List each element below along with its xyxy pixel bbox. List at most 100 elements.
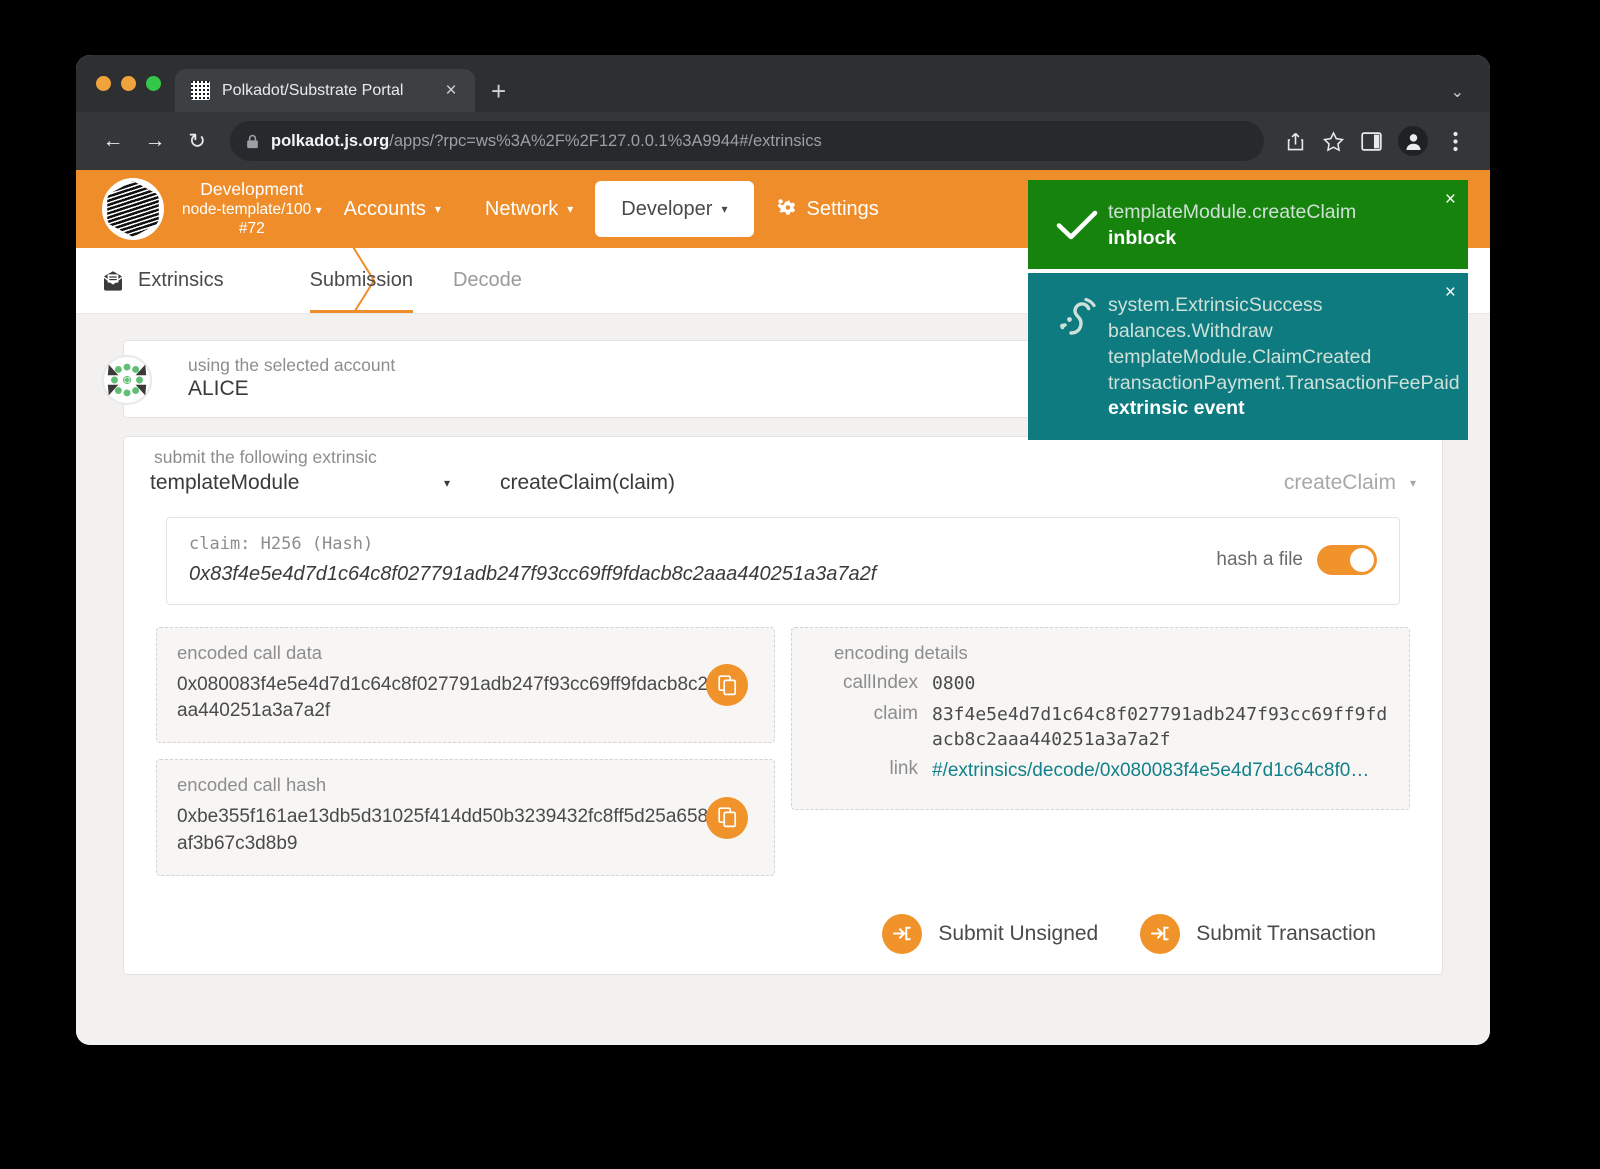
toast-line: system.ExtrinsicSuccess [1108,293,1460,319]
polkadot-app: Development node-template/100 ▾ #72 Acco… [76,170,1490,1045]
sign-in-icon [882,914,922,954]
toast-status: extrinsic event [1108,396,1460,422]
detail-row: callIndex 0800 [812,672,1389,697]
encoded-call-data-title: encoded call data [177,642,754,664]
account-field-label: using the selected account [188,355,395,376]
close-window-button[interactable] [96,76,111,91]
detail-value: 83f4e5e4d7d1c64c8f027791adb247f93cc69ff9… [932,703,1389,753]
extrinsic-selector-row: templateModule ▾ createClaim(claim) crea… [150,471,1416,495]
copy-icon[interactable] [706,664,748,706]
window-traffic-lights [92,55,175,112]
toast-event: system.ExtrinsicSuccess balances.Withdra… [1028,273,1468,440]
nav-developer[interactable]: Developer ▾ [595,181,753,237]
chain-name: Development [200,179,303,200]
extrinsic-card: submit the following extrinsic templateM… [123,436,1443,975]
substrate-dots-favicon [191,81,210,100]
nav-settings[interactable]: Settings [754,170,901,248]
lock-icon [246,134,259,149]
chain-node: node-template/100 ▾ [182,201,322,220]
toast-stack: templateModule.createClaim inblock × [1028,180,1468,440]
close-icon[interactable]: × [1445,190,1456,209]
call-select-value: createClaim [1284,471,1396,495]
hash-a-file-toggle[interactable] [1317,545,1377,575]
chain-block-number: #72 [239,220,265,239]
tab-submission-label: Submission [310,269,413,292]
encoded-call-data-box: encoded call data 0x080083f4e5e4d7d1c64c… [156,627,775,743]
chevron-down-icon[interactable]: ⌄ [1451,82,1464,102]
nav-developer-label: Developer [621,198,712,221]
breadcrumb-label: Extrinsics [138,269,224,292]
toast-status: inblock [1108,226,1448,252]
ear-listen-icon [1046,291,1108,341]
forward-button[interactable]: → [136,122,174,160]
encoded-values-column: encoded call data 0x080083f4e5e4d7d1c64c… [156,627,775,876]
envelope-icon [102,269,124,293]
encoded-call-hash-title: encoded call hash [177,774,754,796]
tab-submission[interactable]: Submission [290,248,433,313]
nav-network-label: Network [485,198,558,221]
share-icon[interactable] [1278,124,1312,158]
module-select-value: templateModule [150,471,299,495]
call-select[interactable]: createClaim ▾ [1284,471,1416,495]
detail-key: callIndex [812,672,932,697]
hash-a-file-toggle-group[interactable]: hash a file [1216,545,1377,575]
chevron-down-icon: ▾ [1410,476,1416,490]
url-domain: polkadot.js.org [271,132,389,150]
detail-row: claim 83f4e5e4d7d1c64c8f027791adb247f93c… [812,703,1389,753]
side-panel-icon[interactable] [1354,124,1388,158]
back-button[interactable]: ← [94,122,132,160]
nav-accounts[interactable]: Accounts ▾ [322,170,463,248]
reload-button[interactable]: ↻ [178,122,216,160]
claim-param-type: claim: H256 (Hash) [189,534,1216,554]
tab-decode[interactable]: Decode [433,248,542,313]
browser-tab[interactable]: Polkadot/Substrate Portal × [175,69,475,112]
close-icon[interactable]: × [1445,283,1456,302]
chevron-down-icon: ▾ [435,202,441,216]
submit-unsigned-button[interactable]: Submit Unsigned [882,914,1098,954]
bookmark-star-icon[interactable] [1316,124,1350,158]
submit-unsigned-label: Submit Unsigned [938,922,1098,946]
chevron-down-icon: ▾ [721,202,727,216]
detail-row: link #/extrinsics/decode/0x080083f4e5e4d… [812,758,1389,784]
minimize-window-button[interactable] [121,76,136,91]
sign-in-icon [1140,914,1180,954]
claim-param-value: 0x83f4e5e4d7d1c64c8f027791adb247f93cc69f… [189,563,1216,586]
close-icon[interactable]: × [439,81,463,100]
address-bar[interactable]: polkadot.js.org/apps/?rpc=ws%3A%2F%2F127… [230,121,1264,161]
encoded-call-hash-box: encoded call hash 0xbe355f161ae13db5d310… [156,759,775,875]
module-select[interactable]: templateModule ▾ [150,471,450,495]
toast-event-body: system.ExtrinsicSuccess balances.Withdra… [1108,291,1460,422]
toast-line: templateModule.createClaim [1108,200,1448,226]
profile-avatar-icon[interactable] [1398,126,1428,156]
browser-toolbar: ← → ↻ polkadot.js.org/apps/?rpc=ws%3A%2F… [76,112,1490,170]
toggle-knob [1350,548,1374,572]
substrate-hex-logo[interactable] [102,178,164,240]
substrate-hex-logo-mark [105,181,161,237]
breadcrumb: Extrinsics [102,269,260,293]
claim-param-field[interactable]: claim: H256 (Hash) 0x83f4e5e4d7d1c64c8f0… [189,534,1216,586]
url-text: polkadot.js.org/apps/?rpc=ws%3A%2F%2F127… [271,132,822,151]
chevron-down-icon: ▾ [444,476,450,490]
gear-icon [776,198,798,220]
toast-line: balances.Withdraw [1108,319,1460,345]
new-tab-button[interactable]: + [491,78,506,104]
detail-value: 0800 [932,672,975,697]
encoding-section: encoded call data 0x080083f4e5e4d7d1c64c… [156,627,1410,876]
kebab-menu-icon[interactable] [1438,124,1472,158]
chain-selector[interactable]: Development node-template/100 ▾ #72 [182,179,322,238]
action-buttons: Submit Unsigned Submit Transaction [150,914,1376,954]
submit-transaction-label: Submit Transaction [1196,922,1376,946]
nav-settings-label: Settings [807,198,879,221]
nav-network[interactable]: Network ▾ [463,170,595,248]
detail-link[interactable]: #/extrinsics/decode/0x080083f4e5e4d7d1c6… [932,758,1369,784]
encoding-details-column: encoding details callIndex 0800 claim 83… [791,627,1410,876]
extrinsic-field-label: submit the following extrinsic [154,447,377,468]
copy-icon[interactable] [706,797,748,839]
claim-param-box: claim: H256 (Hash) 0x83f4e5e4d7d1c64c8f0… [166,517,1400,605]
encoded-call-data-value: 0x080083f4e5e4d7d1c64c8f027791adb247f93c… [177,672,754,724]
submit-transaction-button[interactable]: Submit Transaction [1140,914,1376,954]
tab-decode-label: Decode [453,269,522,292]
maximize-window-button[interactable] [146,76,161,91]
detail-key: link [812,758,932,784]
toast-success-body: templateModule.createClaim inblock [1108,198,1448,251]
